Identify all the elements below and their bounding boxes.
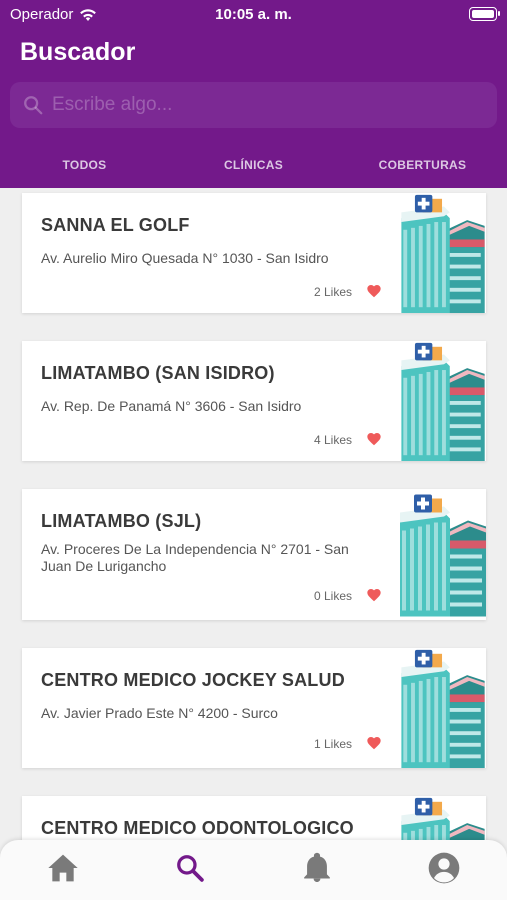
- heart-icon[interactable]: [366, 587, 382, 603]
- clinic-list[interactable]: SANNA EL GOLF Av. Aurelio Miro Quesada N…: [0, 188, 507, 900]
- heart-icon[interactable]: [366, 431, 382, 447]
- tab-coberturas[interactable]: COBERTURAS: [338, 142, 507, 188]
- status-bar: Operador 10:05 a. m.: [0, 0, 507, 30]
- nav-home[interactable]: [0, 840, 127, 900]
- clinic-card[interactable]: LIMATAMBO (SAN ISIDRO) Av. Rep. De Panam…: [22, 341, 486, 461]
- likes-count: 1 Likes: [313, 737, 352, 751]
- home-icon: [48, 854, 79, 882]
- page-title: Buscador: [20, 38, 136, 66]
- hospital-building-image: [400, 341, 486, 461]
- clinic-name: CENTRO MEDICO JOCKEY SALUD: [41, 670, 345, 690]
- search-bar[interactable]: [10, 82, 497, 128]
- bottom-nav: [0, 840, 507, 900]
- nav-search[interactable]: [127, 840, 254, 900]
- filter-tabs: TODOS CLÍNICAS COBERTURAS: [0, 142, 507, 188]
- profile-icon: [428, 852, 459, 884]
- hospital-building-image: [400, 648, 486, 768]
- clinic-card[interactable]: LIMATAMBO (SJL) Av. Proceres De La Indep…: [22, 489, 486, 620]
- clinic-address: Av. Rep. De Panamá N° 3606 - San Isidro: [41, 398, 302, 414]
- battery-icon: [469, 7, 500, 21]
- hospital-building-image: [400, 193, 486, 313]
- hospital-building-image: [400, 489, 486, 620]
- tab-clinicas[interactable]: CLÍNICAS: [169, 142, 338, 188]
- search-icon: [177, 855, 204, 882]
- clinic-card[interactable]: SANNA EL GOLF Av. Aurelio Miro Quesada N…: [22, 193, 486, 313]
- clinic-name: LIMATAMBO (SAN ISIDRO): [41, 363, 275, 383]
- clinic-address: Av. Proceres De La Independencia N° 2701…: [41, 541, 349, 574]
- bell-icon: [304, 852, 330, 882]
- status-time: 10:05 a. m.: [215, 6, 292, 23]
- search-icon: [24, 96, 43, 115]
- clinic-card[interactable]: CENTRO MEDICO JOCKEY SALUD Av. Javier Pr…: [22, 648, 486, 768]
- nav-notifications[interactable]: [254, 840, 381, 900]
- heart-icon[interactable]: [366, 735, 382, 751]
- app-header: Buscador TODOS CLÍNICAS COBERTURAS: [0, 30, 507, 188]
- tab-todos[interactable]: TODOS: [0, 142, 169, 188]
- clinic-name: CENTRO MEDICO ODONTOLOGICO: [41, 818, 354, 838]
- nav-profile[interactable]: [380, 840, 507, 900]
- likes-count: 0 Likes: [313, 589, 352, 603]
- likes-count: 2 Likes: [313, 285, 352, 299]
- clinic-name: LIMATAMBO (SJL): [41, 511, 202, 531]
- clinic-name: SANNA EL GOLF: [41, 215, 190, 235]
- search-input[interactable]: [52, 94, 497, 116]
- clinic-address: Av. Aurelio Miro Quesada N° 1030 - San I…: [41, 250, 329, 266]
- heart-icon[interactable]: [366, 283, 382, 299]
- clinic-address: Av. Javier Prado Este N° 4200 - Surco: [41, 705, 278, 721]
- likes-count: 4 Likes: [313, 433, 352, 447]
